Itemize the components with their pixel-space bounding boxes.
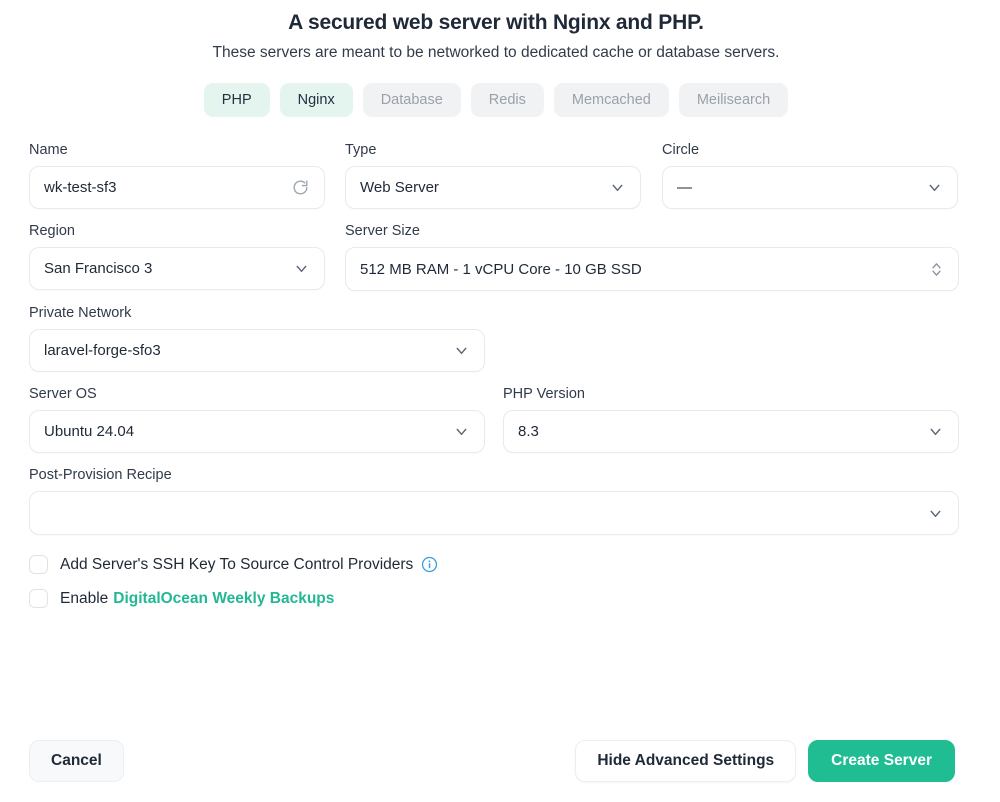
- field-post-provision-recipe: Post-Provision Recipe: [29, 466, 959, 535]
- label-post-provision-recipe: Post-Provision Recipe: [29, 467, 172, 483]
- service-tag-php[interactable]: PHP: [203, 83, 270, 117]
- field-private-network: Private Network laravel-forge-sfo3: [29, 304, 485, 372]
- server-os-select-value: Ubuntu 24.04: [44, 423, 135, 440]
- digitalocean-weekly-backups-link[interactable]: DigitalOcean Weekly Backups: [113, 589, 334, 609]
- form-row-3: Private Network laravel-forge-sfo3: [29, 304, 963, 372]
- circle-select[interactable]: —: [662, 166, 958, 209]
- name-input-value: wk-test-sf3: [44, 179, 117, 196]
- checkbox-label-ssh-key-text: Add Server's SSH Key To Source Control P…: [60, 555, 414, 573]
- server-os-select[interactable]: Ubuntu 24.04: [29, 410, 485, 453]
- chevron-down-icon: [609, 179, 626, 196]
- form-row-5: Post-Provision Recipe: [29, 466, 963, 535]
- server-size-select[interactable]: 512 MB RAM - 1 vCPU Core - 10 GB SSD: [345, 247, 959, 291]
- checkbox-label-weekly-backups: Enable DigitalOcean Weekly Backups: [60, 589, 334, 609]
- form-row-1: Name wk-test-sf3 Type Web Server Circle …: [29, 141, 963, 209]
- php-version-select[interactable]: 8.3: [503, 410, 959, 453]
- chevron-down-icon: [453, 342, 470, 359]
- post-provision-recipe-select[interactable]: [29, 491, 959, 535]
- server-form: Name wk-test-sf3 Type Web Server Circle …: [0, 141, 992, 612]
- modal-header: A secured web server with Nginx and PHP.…: [0, 0, 992, 117]
- checkbox-row-ssh-key: Add Server's SSH Key To Source Control P…: [29, 551, 963, 578]
- private-network-select-value: laravel-forge-sfo3: [44, 342, 161, 359]
- region-select-value: San Francisco 3: [44, 260, 153, 277]
- field-type: Type Web Server: [345, 141, 641, 209]
- cancel-button[interactable]: Cancel: [29, 740, 124, 782]
- field-server-size: Server Size 512 MB RAM - 1 vCPU Core - 1…: [345, 222, 959, 291]
- private-network-select[interactable]: laravel-forge-sfo3: [29, 329, 485, 372]
- label-type: Type: [345, 142, 377, 158]
- label-region: Region: [29, 223, 75, 239]
- create-server-button[interactable]: Create Server: [808, 740, 955, 782]
- label-private-network: Private Network: [29, 305, 132, 321]
- server-size-select-value: 512 MB RAM - 1 vCPU Core - 10 GB SSD: [360, 260, 642, 278]
- service-tag-nginx[interactable]: Nginx: [279, 83, 353, 117]
- label-server-size: Server Size: [345, 223, 420, 239]
- type-select-value: Web Server: [360, 179, 439, 196]
- label-server-os: Server OS: [29, 386, 97, 402]
- label-php-version: PHP Version: [503, 386, 585, 402]
- label-name: Name: [29, 142, 68, 158]
- field-php-version: PHP Version 8.3: [503, 385, 959, 453]
- field-region: Region San Francisco 3: [29, 222, 325, 291]
- service-tag-list: PHP Nginx Database Redis Memcached Meili…: [0, 83, 992, 117]
- chevron-down-icon: [453, 423, 470, 440]
- chevron-down-icon: [293, 260, 310, 277]
- name-input[interactable]: wk-test-sf3: [29, 166, 325, 209]
- service-tag-database[interactable]: Database: [362, 83, 461, 117]
- chevron-down-icon: [927, 505, 944, 522]
- php-version-select-value: 8.3: [518, 423, 539, 440]
- checkbox-enable-weekly-backups[interactable]: [29, 589, 48, 608]
- field-circle: Circle —: [662, 141, 958, 209]
- modal-subtitle: These servers are meant to be networked …: [212, 44, 780, 61]
- hide-advanced-settings-button[interactable]: Hide Advanced Settings: [575, 740, 797, 782]
- create-server-modal: A secured web server with Nginx and PHP.…: [0, 0, 992, 802]
- options-checkbox-group: Add Server's SSH Key To Source Control P…: [29, 551, 963, 612]
- service-tag-meilisearch[interactable]: Meilisearch: [678, 83, 789, 117]
- modal-footer: Cancel Hide Advanced Settings Create Ser…: [0, 720, 984, 802]
- modal-title: A secured web server with Nginx and PHP.: [288, 11, 704, 34]
- stepper-updown-icon[interactable]: [929, 260, 944, 279]
- field-server-os: Server OS Ubuntu 24.04: [29, 385, 485, 453]
- field-name: Name wk-test-sf3: [29, 141, 325, 209]
- service-tag-redis[interactable]: Redis: [470, 83, 544, 117]
- type-select[interactable]: Web Server: [345, 166, 641, 209]
- chevron-down-icon: [927, 423, 944, 440]
- checkbox-row-weekly-backups: Enable DigitalOcean Weekly Backups: [29, 585, 963, 612]
- checkbox-add-ssh-key[interactable]: [29, 555, 48, 574]
- label-circle: Circle: [662, 142, 700, 158]
- region-select[interactable]: San Francisco 3: [29, 247, 325, 290]
- form-row-4: Server OS Ubuntu 24.04 PHP Version 8.3: [29, 385, 963, 453]
- checkbox-label-weekly-backups-text: Enable: [60, 589, 109, 607]
- circle-select-value: —: [677, 179, 692, 196]
- form-row-2: Region San Francisco 3 Server Size 512 M…: [29, 222, 963, 291]
- service-tag-memcached[interactable]: Memcached: [553, 83, 669, 117]
- checkbox-label-ssh-key: Add Server's SSH Key To Source Control P…: [60, 555, 438, 575]
- chevron-down-icon: [926, 179, 943, 196]
- info-icon[interactable]: [421, 556, 438, 573]
- refresh-icon[interactable]: [291, 178, 310, 197]
